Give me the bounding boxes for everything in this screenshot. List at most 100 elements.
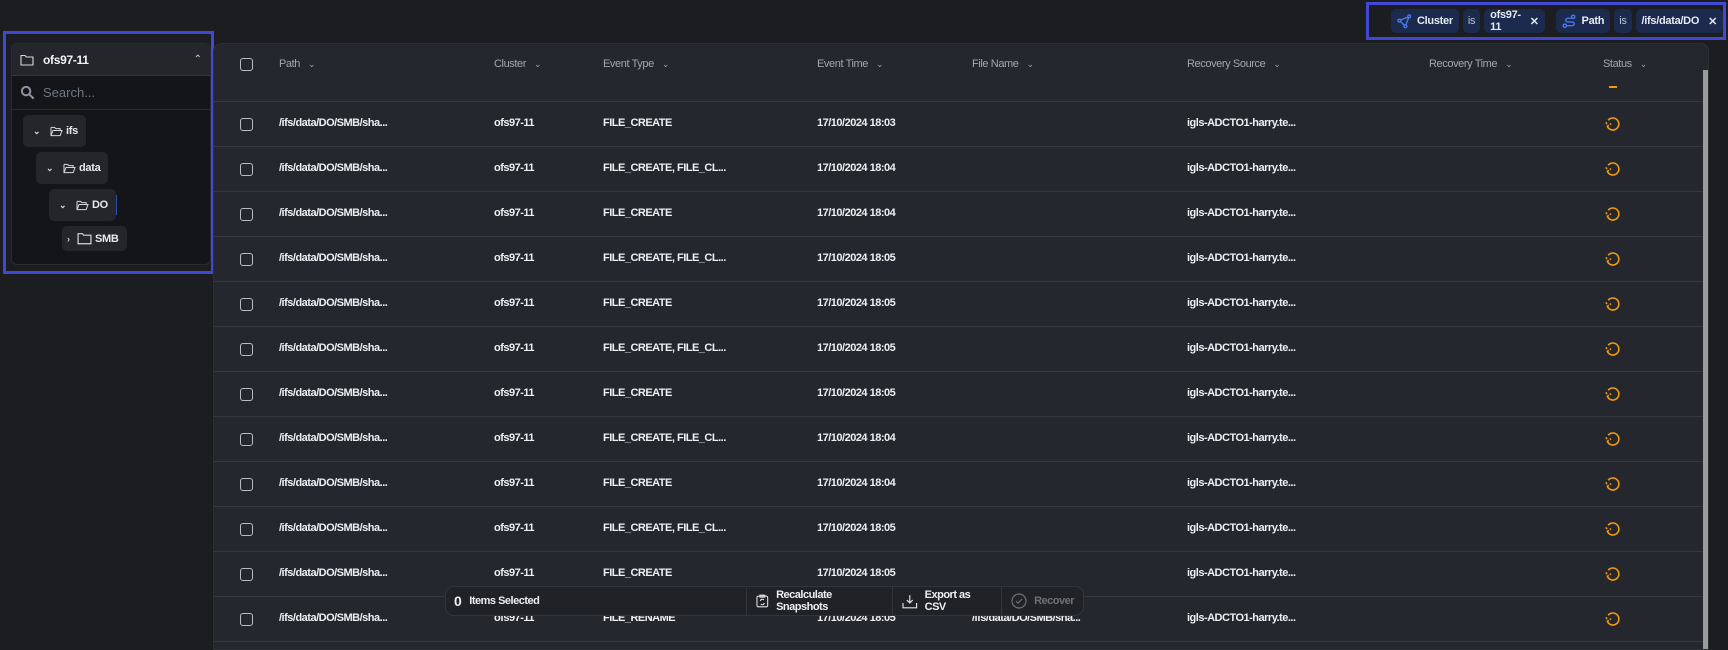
row-checkbox[interactable] bbox=[240, 118, 253, 131]
cell-path: /ifs/data/DO/SMB/sha... bbox=[279, 162, 388, 174]
table-row[interactable]: /ifs/data/DO/SMB/sha... ofs97-11 FILE_CREA… bbox=[214, 192, 1708, 237]
cell-cluster: ofs97-11 bbox=[494, 252, 535, 264]
tree-node-label: DO bbox=[92, 199, 108, 211]
cell-event-type: FILE_CREATE bbox=[603, 207, 672, 219]
row-checkbox[interactable] bbox=[240, 343, 253, 356]
table-row[interactable]: /ifs/data/DO/SMB/sha... ofs97-11 FILE_CREA… bbox=[214, 237, 1708, 282]
column-header-file-name[interactable]: File Name ⌄ bbox=[972, 58, 1034, 70]
status-recalculating-icon[interactable] bbox=[1603, 384, 1623, 409]
row-checkbox[interactable] bbox=[240, 568, 253, 581]
filter-operator: is bbox=[1614, 9, 1632, 33]
cluster-tree-panel: ofs97-11 ⌃ ⌄ ifs ⌄ data ⌄ bbox=[11, 43, 211, 265]
selected-label: Items Selected bbox=[469, 595, 540, 607]
table-header: Path ⌄ Cluster ⌄ Event Type ⌄ Event Time ⌄ F… bbox=[214, 44, 1708, 102]
table-row[interactable]: /ifs/data/DO/SMB/sha... ofs97-11 FILE_CREA… bbox=[214, 147, 1708, 192]
filter-value-path[interactable]: /ifs/data/DO ✕ bbox=[1635, 9, 1723, 33]
table-row[interactable]: /ifs/data/DO/SMB/sha... ofs97-11 FILE_CREA… bbox=[214, 102, 1708, 147]
filter-field-path[interactable]: Path bbox=[1555, 9, 1611, 33]
row-checkbox[interactable] bbox=[240, 523, 253, 536]
row-checkbox[interactable] bbox=[240, 253, 253, 266]
cell-recovery-source: igls-ADCTO1-harry.te... bbox=[1187, 567, 1296, 579]
chevron-up-icon[interactable]: ⌃ bbox=[194, 54, 202, 65]
column-label: Recovery Source bbox=[1187, 58, 1266, 70]
tree-node-data[interactable]: ⌄ data bbox=[36, 152, 109, 184]
status-recalculating-icon[interactable] bbox=[1603, 519, 1623, 544]
tree-search-input[interactable] bbox=[43, 85, 193, 100]
tree-node-smb[interactable]: › SMB bbox=[62, 226, 127, 251]
cell-event-type: FILE_CREATE bbox=[603, 567, 672, 579]
cell-path: /ifs/data/DO/SMB/sha... bbox=[279, 252, 388, 264]
status-recalculating-icon[interactable] bbox=[1603, 429, 1623, 454]
row-checkbox[interactable] bbox=[240, 163, 253, 176]
row-checkbox[interactable] bbox=[240, 433, 253, 446]
row-checkbox[interactable] bbox=[240, 613, 253, 626]
status-recalculating-icon[interactable] bbox=[1603, 159, 1623, 184]
recalculate-snapshots-button[interactable]: Recalculate Snapshots bbox=[747, 587, 894, 615]
folder-icon bbox=[20, 54, 34, 66]
filter-value-label: /ifs/data/DO bbox=[1641, 15, 1700, 27]
status-recalculating-icon[interactable] bbox=[1603, 474, 1623, 499]
column-header-event-time[interactable]: Event Time ⌄ bbox=[817, 58, 884, 70]
status-recalculating-icon[interactable] bbox=[1603, 114, 1623, 139]
close-icon[interactable]: ✕ bbox=[1530, 15, 1539, 28]
cell-event-time: 17/10/2024 18:04 bbox=[817, 162, 896, 174]
search-icon bbox=[20, 85, 35, 100]
table-row[interactable]: /ifs/data/DO/SMB/sha... ofs97-11 FILE_CREA… bbox=[214, 417, 1708, 462]
recover-button[interactable]: Recover bbox=[1002, 587, 1083, 615]
tree-node-do[interactable]: ⌄ DO bbox=[49, 189, 116, 221]
chevron-down-icon[interactable]: ⌄ bbox=[59, 200, 69, 211]
status-recalculating-icon[interactable] bbox=[1603, 249, 1623, 274]
chevron-right-icon[interactable]: › bbox=[67, 234, 74, 244]
chevron-down-icon: ⌄ bbox=[1505, 58, 1513, 69]
cell-event-type: FILE_CREATE, FILE_CL... bbox=[603, 252, 726, 264]
chevron-down-icon[interactable]: ⌄ bbox=[33, 126, 43, 137]
filter-field-cluster[interactable]: Cluster bbox=[1391, 9, 1459, 33]
column-label: Path bbox=[279, 58, 301, 70]
chevron-down-icon: ⌄ bbox=[308, 58, 316, 69]
table-row[interactable]: /ifs/data/DO/SMB/sha... ofs97-11 FILE_CREA… bbox=[214, 282, 1708, 327]
column-header-cluster[interactable]: Cluster ⌄ bbox=[494, 58, 542, 70]
export-csv-button[interactable]: Export as CSV bbox=[893, 587, 1003, 615]
filter-field-label: Path bbox=[1581, 15, 1605, 27]
select-all-checkbox[interactable] bbox=[240, 58, 253, 71]
cell-cluster: ofs97-11 bbox=[494, 477, 535, 489]
text-cursor bbox=[116, 195, 117, 215]
column-header-event-type[interactable]: Event Type ⌄ bbox=[603, 58, 669, 70]
row-checkbox[interactable] bbox=[240, 298, 253, 311]
table-row[interactable]: /ifs/data/DO/SMB/sha... ofs97-11 FILE_CREA… bbox=[214, 462, 1708, 507]
chevron-down-icon[interactable]: ⌄ bbox=[46, 163, 56, 174]
column-header-status[interactable]: Status ⌄ bbox=[1603, 58, 1647, 70]
vertical-scrollbar[interactable] bbox=[1703, 70, 1708, 649]
filter-value-cluster[interactable]: ofs97-11 ✕ bbox=[1484, 9, 1545, 33]
row-checkbox[interactable] bbox=[240, 208, 253, 221]
table-row[interactable]: /ifs/data/DO/SMB/sha... ofs97-11 FILE_CREA… bbox=[214, 507, 1708, 552]
status-recalculating-icon[interactable] bbox=[1603, 294, 1623, 319]
chevron-down-icon: ⌄ bbox=[876, 58, 884, 69]
chevron-down-icon: ⌄ bbox=[1273, 58, 1281, 69]
row-checkbox[interactable] bbox=[240, 388, 253, 401]
check-circle-icon bbox=[1011, 593, 1027, 609]
status-icon-partial bbox=[1609, 86, 1617, 88]
row-checkbox[interactable] bbox=[240, 478, 253, 491]
column-label: File Name bbox=[972, 58, 1019, 70]
cell-recovery-source: igls-ADCTO1-harry.te... bbox=[1187, 477, 1296, 489]
column-header-recovery-source[interactable]: Recovery Source ⌄ bbox=[1187, 58, 1281, 70]
cell-recovery-source: igls-ADCTO1-harry.te... bbox=[1187, 522, 1296, 534]
column-header-path[interactable]: Path ⌄ bbox=[279, 58, 316, 70]
status-recalculating-icon[interactable] bbox=[1603, 609, 1623, 634]
cluster-icon bbox=[1397, 13, 1412, 28]
close-icon[interactable]: ✕ bbox=[1708, 15, 1717, 28]
cluster-tree-header[interactable]: ofs97-11 ⌃ bbox=[12, 44, 210, 76]
cell-recovery-source: igls-ADCTO1-harry.te... bbox=[1187, 252, 1296, 264]
app-root: Cluster is ofs97-11 ✕ Path is /ifs/data/… bbox=[0, 0, 1728, 650]
status-recalculating-icon[interactable] bbox=[1603, 339, 1623, 364]
cell-recovery-source: igls-ADCTO1-harry.te... bbox=[1187, 162, 1296, 174]
tree-node-ifs[interactable]: ⌄ ifs bbox=[23, 115, 86, 147]
status-recalculating-icon[interactable] bbox=[1603, 204, 1623, 229]
status-recalculating-icon[interactable] bbox=[1603, 564, 1623, 589]
column-label: Event Type bbox=[603, 58, 654, 70]
cell-recovery-source: igls-ADCTO1-harry.te... bbox=[1187, 207, 1296, 219]
table-row[interactable]: /ifs/data/DO/SMB/sha... ofs97-11 FILE_CREA… bbox=[214, 327, 1708, 372]
column-header-recovery-time[interactable]: Recovery Time ⌄ bbox=[1429, 58, 1513, 70]
table-row[interactable]: /ifs/data/DO/SMB/sha... ofs97-11 FILE_CREA… bbox=[214, 372, 1708, 417]
